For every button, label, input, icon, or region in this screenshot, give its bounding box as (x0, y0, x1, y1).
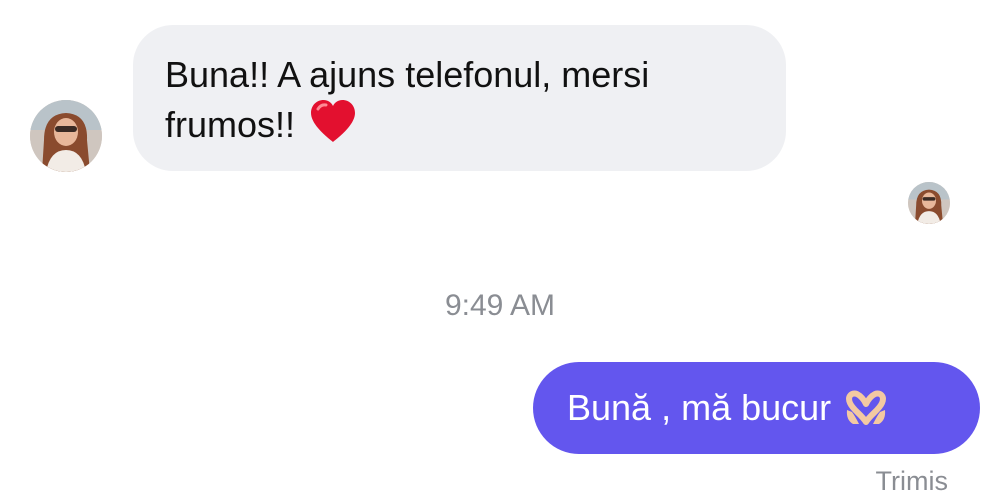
sender-avatar[interactable] (30, 100, 102, 172)
incoming-message-text: frumos!! (165, 104, 296, 145)
profile-photo-icon (30, 100, 102, 172)
profile-photo-icon (908, 182, 950, 224)
outgoing-message-text: Bună , mă bucur (567, 387, 832, 428)
message-status: Trimis (875, 466, 948, 495)
message-timestamp: 9:49 AM (444, 289, 556, 322)
heart-hands-icon (846, 390, 887, 425)
chat-thread: Buna!! A ajuns telefonul, mersi frumos!!… (0, 0, 1000, 495)
read-receipt-avatar (908, 182, 950, 224)
incoming-message-bubble[interactable]: Buna!! A ajuns telefonul, mersi frumos!! (133, 25, 786, 171)
incoming-message-line-2: frumos!! (165, 99, 746, 149)
heart-icon (311, 100, 356, 142)
outgoing-message-bubble[interactable]: Bună , mă bucur (533, 362, 980, 454)
incoming-message-line-1: Buna!! A ajuns telefonul, mersi (165, 54, 650, 95)
